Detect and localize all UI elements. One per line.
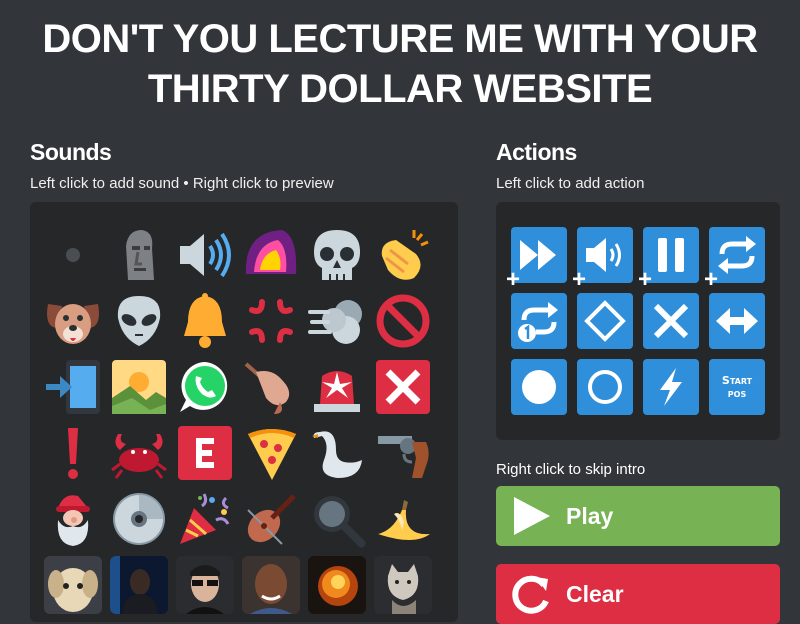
sunrise-mountains-icon[interactable] [110, 358, 168, 416]
ring-circle-icon[interactable] [577, 359, 633, 415]
silence-dot-icon[interactable] [44, 226, 102, 284]
actions-heading: Actions [496, 139, 577, 165]
plus-marker: + [638, 266, 653, 293]
anger-symbol-icon[interactable] [242, 292, 300, 350]
banana-icon[interactable] [374, 490, 432, 548]
skip-intro-hint: Right click to skip intro [496, 461, 646, 478]
crab-icon[interactable] [110, 424, 168, 482]
magnifying-glass-icon[interactable] [308, 490, 366, 548]
diamond-target-icon[interactable] [577, 293, 633, 349]
speaker-loud-icon[interactable] [176, 226, 234, 284]
sounds-panel [30, 202, 458, 622]
bell-icon[interactable] [176, 292, 234, 350]
play-icon [514, 497, 550, 535]
sounds-hint: Left click to add sound • Right click to… [30, 175, 334, 192]
title-line-1: DON'T YOU LECTURE ME WITH YOUR [42, 17, 758, 61]
start-pos-icon[interactable]: Start pos [709, 359, 765, 415]
play-label: Play [566, 502, 614, 529]
filled-circle-icon[interactable] [511, 359, 567, 415]
cross-mark-icon[interactable] [374, 358, 432, 416]
lightning-icon[interactable] [643, 359, 699, 415]
refresh-icon [512, 575, 549, 614]
party-popper-icon[interactable] [176, 490, 234, 548]
siren-light-icon[interactable] [308, 358, 366, 416]
title-line-2: THIRTY DOLLAR WEBSITE [147, 67, 653, 111]
violin-icon[interactable] [242, 490, 300, 548]
page-title: DON'T YOU LECTURE ME WITH YOUR THIRTY DO… [0, 14, 800, 114]
dog-face-icon[interactable] [44, 292, 102, 350]
puppy-photo-icon[interactable] [44, 556, 102, 614]
prohibited-icon[interactable] [374, 292, 432, 350]
swan-icon[interactable] [308, 424, 366, 482]
start-pos-line-2: pos [727, 387, 747, 400]
cd-disc-icon[interactable] [110, 490, 168, 548]
pizza-icon[interactable] [242, 424, 300, 482]
phone-arrow-icon[interactable] [44, 358, 102, 416]
plus-marker: + [506, 266, 521, 293]
exclamation-icon[interactable] [44, 424, 102, 482]
cut-x-icon[interactable] [643, 293, 699, 349]
clear-button[interactable]: Clear [496, 564, 780, 624]
stretch-arrows-icon[interactable] [709, 293, 765, 349]
moai-icon[interactable] [110, 226, 168, 284]
gnome-icon[interactable] [44, 490, 102, 548]
clear-label: Clear [566, 580, 624, 607]
clapping-hands-icon[interactable] [374, 226, 432, 284]
finger-pointing-icon[interactable] [242, 358, 300, 416]
cat-photo-icon[interactable] [374, 556, 432, 614]
plus-marker: + [704, 266, 719, 293]
play-button[interactable]: Play [496, 486, 780, 546]
skull-icon[interactable] [308, 226, 366, 284]
sounds-heading: Sounds [30, 139, 112, 165]
plus-marker: + [572, 266, 587, 293]
whatsapp-icon[interactable] [176, 358, 234, 416]
letter-e-icon[interactable] [176, 424, 234, 482]
loop-once-icon[interactable] [511, 293, 567, 349]
bald-man-photo-icon[interactable] [242, 556, 300, 614]
explosion-photo-icon[interactable] [308, 556, 366, 614]
dark-figure-photo-icon[interactable] [110, 556, 168, 614]
alien-icon[interactable] [110, 292, 168, 350]
taco-bell-icon[interactable] [242, 226, 300, 284]
revolver-icon[interactable] [374, 424, 432, 482]
dashing-away-icon[interactable] [308, 292, 366, 350]
man-sunglasses-photo-icon[interactable] [176, 556, 234, 614]
actions-hint: Left click to add action [496, 175, 645, 192]
start-pos-line-1: Start [721, 374, 753, 387]
actions-panel: + + + + Start pos [496, 202, 780, 440]
